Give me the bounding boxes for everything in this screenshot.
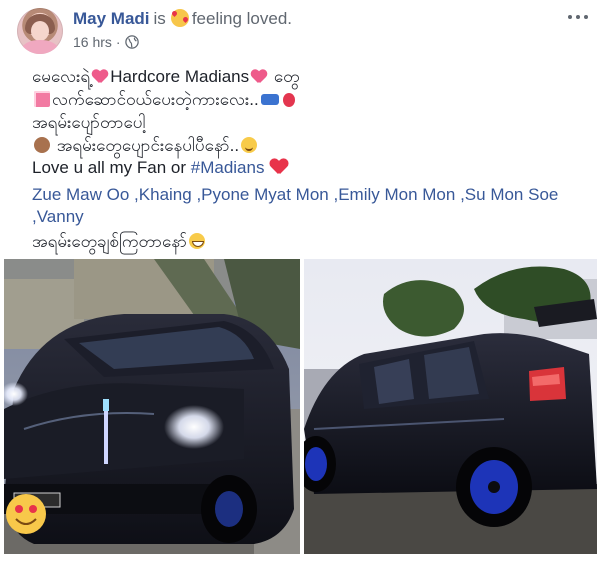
meta-separator: ·: [115, 34, 121, 50]
balloon-icon: [282, 93, 295, 107]
post-header: May Madi is feeling loved.: [73, 9, 292, 29]
tag-link[interactable]: ,Khaing: [134, 185, 192, 204]
more-options-icon[interactable]: [566, 8, 590, 26]
tag-link[interactable]: ,Emily Mon Mon: [333, 185, 455, 204]
feeling-text[interactable]: feeling loved.: [192, 9, 292, 28]
post-line-2: လက်ဆောင်ဝယ်ပေးတဲ့ကားလေး..: [32, 89, 592, 111]
post-meta: 16 hrs ·: [73, 34, 139, 50]
line-text: တွေ: [273, 67, 300, 86]
post-line-1: မေလေးရဲ့ Hardcore Madians တွေ: [32, 66, 592, 88]
author-name[interactable]: May Madi: [73, 9, 150, 28]
smiling-face-with-hearts-icon: [170, 9, 189, 27]
tag-link[interactable]: ,Pyone Myat Mon: [196, 185, 328, 204]
see-no-evil-monkey-icon: [34, 137, 50, 153]
smiling-face-icon: [241, 137, 258, 153]
tagged-friends: Zue Maw Oo ,Khaing ,Pyone Myat Mon ,Emil…: [32, 184, 592, 228]
post-line-4: အရမ်းတွေပျောင်းနေပါပီနော်..: [32, 135, 592, 157]
post-line-8: အရမ်းတွေချစ်ကြတာနော်: [32, 231, 592, 253]
two-hearts-icon: [92, 70, 108, 84]
red-heart-icon: [270, 159, 288, 175]
tag-link[interactable]: Zue Maw Oo: [32, 185, 129, 204]
line-text: မေလေးရဲ့: [32, 67, 91, 86]
avatar-body: [22, 40, 58, 54]
more-dot: [568, 15, 572, 19]
tag-link[interactable]: ,Su Mon Soe: [460, 185, 558, 204]
author-avatar[interactable]: [17, 8, 63, 54]
more-dot: [584, 15, 588, 19]
grinning-face-icon: [189, 233, 206, 249]
avatar-face: [31, 21, 49, 41]
hashtag-link[interactable]: #Madians: [191, 158, 265, 177]
car-front-photo: [4, 259, 300, 554]
post-photo-right[interactable]: [304, 259, 597, 554]
line-text: Hardcore Madians: [110, 67, 250, 86]
line-text: Love u all my Fan or: [32, 158, 191, 177]
facebook-post: May Madi is feeling loved. 16 hrs · မေလေးရ…: [0, 0, 600, 568]
car-icon: [260, 94, 279, 105]
post-line-3: အရမ်းပျော်တာပေါ့: [32, 112, 592, 134]
line-text: အရမ်းတွေပျောင်းနေပါပီနော်..: [56, 136, 240, 155]
post-photo-left[interactable]: [4, 259, 300, 554]
car-side-photo: [304, 259, 597, 554]
is-word: is: [153, 9, 166, 28]
tag-link[interactable]: ,Vanny: [32, 207, 84, 226]
line-text: အရမ်းပျော်တာပေါ့: [32, 113, 146, 132]
globe-icon[interactable]: [124, 35, 139, 49]
gift-icon: [34, 91, 50, 107]
post-line-5: Love u all my Fan or #Madians: [32, 157, 592, 179]
line-text: အရမ်းတွေချစ်ကြတာနော်: [32, 232, 188, 251]
timestamp[interactable]: 16 hrs: [73, 34, 112, 50]
line-text: လက်ဆောင်ဝယ်ပေးတဲ့ကားလေး..: [52, 90, 259, 109]
more-dot: [576, 15, 580, 19]
two-hearts-icon: [251, 70, 267, 84]
